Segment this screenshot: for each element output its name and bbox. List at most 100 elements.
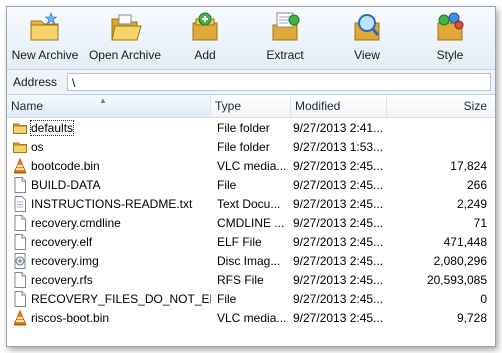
column-type-label: Type xyxy=(215,99,242,113)
column-modified-label: Modified xyxy=(295,99,341,113)
file-modified: 9/27/2013 2:45... xyxy=(293,310,384,325)
disc-image-icon xyxy=(13,252,31,269)
file-row[interactable]: recovery.elf ELF File 9/27/2013 2:45... 471… xyxy=(7,232,495,251)
file-row[interactable]: INSTRUCTIONS-README.txt Text Docu... 9/27/… xyxy=(7,194,495,213)
file-name: RECOVERY_FILES_DO_NOT_EDIT xyxy=(31,291,211,306)
file-row[interactable]: RECOVERY_FILES_DO_NOT_EDIT File 9/27/2013 … xyxy=(7,289,495,308)
file-type: File folder xyxy=(217,139,270,154)
file-size: 20,593,085 xyxy=(426,272,487,287)
address-input[interactable]: \ xyxy=(67,73,491,91)
file-type: File folder xyxy=(217,120,270,135)
folder-icon xyxy=(13,120,31,136)
extract-icon xyxy=(272,12,300,41)
file-name-cell: os xyxy=(7,139,211,155)
file-modified: 9/27/2013 2:45... xyxy=(293,253,384,268)
file-name: defaults xyxy=(29,119,75,136)
file-name-cell: BUILD-DATA xyxy=(7,176,211,193)
file-type: File xyxy=(217,291,237,306)
style-label: Style xyxy=(436,48,464,62)
vlc-icon xyxy=(13,157,31,174)
file-name-cell: recovery.cmdline xyxy=(7,214,211,231)
file-row[interactable]: BUILD-DATA File 9/27/2013 2:45... 266 xyxy=(7,175,495,194)
file-name: BUILD-DATA xyxy=(31,177,101,192)
file-row[interactable]: defaults File folder 9/27/2013 2:41... xyxy=(7,118,495,137)
file-icon xyxy=(13,176,31,193)
file-modified: 9/27/2013 2:45... xyxy=(293,177,384,192)
add-button[interactable]: Add xyxy=(167,7,243,67)
style-icon xyxy=(437,12,464,41)
file-row[interactable]: bootcode.bin VLC media... 9/27/2013 2:45..… xyxy=(7,156,495,175)
file-row[interactable]: recovery.img Disc Imag... 9/27/2013 2:45..… xyxy=(7,251,495,270)
file-type: VLC media... xyxy=(217,158,287,173)
view-label: View xyxy=(354,48,380,62)
file-type: CMDLINE ... xyxy=(217,215,285,230)
open-archive-label: Open Archive xyxy=(88,48,162,62)
file-name-cell: riscos-boot.bin xyxy=(7,309,211,326)
column-header-name[interactable]: ▲ Name xyxy=(7,95,211,117)
file-name-cell: defaults xyxy=(7,119,211,136)
column-name-label: Name xyxy=(11,99,44,113)
column-header-size[interactable]: Size xyxy=(387,95,495,117)
file-row[interactable]: os File folder 9/27/2013 1:53... xyxy=(7,137,495,156)
file-size: 266 xyxy=(466,177,487,192)
file-row[interactable]: riscos-boot.bin VLC media... 9/27/2013 2:4… xyxy=(7,308,495,327)
file-name-cell: recovery.img xyxy=(7,252,211,269)
file-modified: 9/27/2013 2:45... xyxy=(293,234,384,249)
file-name-cell: bootcode.bin xyxy=(7,157,211,174)
file-name: riscos-boot.bin xyxy=(31,310,110,325)
folder-icon xyxy=(13,139,31,155)
new-archive-icon xyxy=(30,12,59,41)
file-size: 71 xyxy=(473,215,487,230)
column-header: ▲ Name Type Modified Size xyxy=(7,95,495,118)
file-modified: 9/27/2013 2:41... xyxy=(293,120,384,135)
sort-ascending-icon: ▲ xyxy=(99,96,107,105)
new-archive-label: New Archive xyxy=(11,48,79,62)
view-button[interactable]: View xyxy=(327,7,407,67)
file-modified: 9/27/2013 2:45... xyxy=(293,215,384,230)
column-size-label: Size xyxy=(463,99,487,113)
column-header-modified[interactable]: Modified xyxy=(291,95,387,117)
open-archive-icon xyxy=(111,14,142,41)
file-name: bootcode.bin xyxy=(31,158,100,173)
toolbar: New Archive Open Archive Add Extract Vie… xyxy=(7,7,495,70)
file-size: 17,824 xyxy=(450,158,487,173)
extract-button[interactable]: Extract xyxy=(243,7,327,67)
file-size: 2,080,296 xyxy=(433,253,487,268)
file-name: recovery.elf xyxy=(31,234,93,249)
file-size: 2,249 xyxy=(456,196,487,211)
file-type: VLC media... xyxy=(217,310,287,325)
file-name: recovery.rfs xyxy=(31,272,93,287)
file-modified: 9/27/2013 1:53... xyxy=(293,139,384,154)
file-icon xyxy=(13,290,31,307)
file-row[interactable]: recovery.cmdline CMDLINE ... 9/27/2013 2:4… xyxy=(7,213,495,232)
add-label: Add xyxy=(194,48,216,62)
file-type: RFS File xyxy=(217,272,264,287)
file-name: recovery.cmdline xyxy=(31,215,121,230)
file-icon xyxy=(13,271,31,288)
file-modified: 9/27/2013 2:45... xyxy=(293,158,384,173)
style-button[interactable]: Style xyxy=(407,7,493,67)
archive-window: New Archive Open Archive Add Extract Vie… xyxy=(6,6,496,347)
address-bar: Address \ xyxy=(7,70,495,95)
extract-label: Extract xyxy=(266,48,304,62)
file-modified: 9/27/2013 2:45... xyxy=(293,291,384,306)
new-archive-button[interactable]: New Archive xyxy=(7,7,83,67)
file-size: 0 xyxy=(480,291,487,306)
file-modified: 9/27/2013 2:45... xyxy=(293,272,384,287)
file-type: Disc Imag... xyxy=(217,253,281,268)
file-type: ELF File xyxy=(217,234,262,249)
file-icon xyxy=(13,214,31,231)
file-name: recovery.img xyxy=(31,253,99,268)
vlc-icon xyxy=(13,309,31,326)
file-row[interactable]: recovery.rfs RFS File 9/27/2013 2:45... 20,… xyxy=(7,270,495,289)
file-modified: 9/27/2013 2:45... xyxy=(293,196,384,211)
file-name-cell: recovery.rfs xyxy=(7,271,211,288)
add-icon xyxy=(192,12,218,41)
open-archive-button[interactable]: Open Archive xyxy=(83,7,167,67)
file-name: INSTRUCTIONS-README.txt xyxy=(31,196,193,211)
column-header-type[interactable]: Type xyxy=(211,95,291,117)
file-name-cell: INSTRUCTIONS-README.txt xyxy=(7,195,211,212)
address-label: Address xyxy=(13,75,58,89)
file-size: 471,448 xyxy=(443,234,487,249)
file-icon xyxy=(13,233,31,250)
